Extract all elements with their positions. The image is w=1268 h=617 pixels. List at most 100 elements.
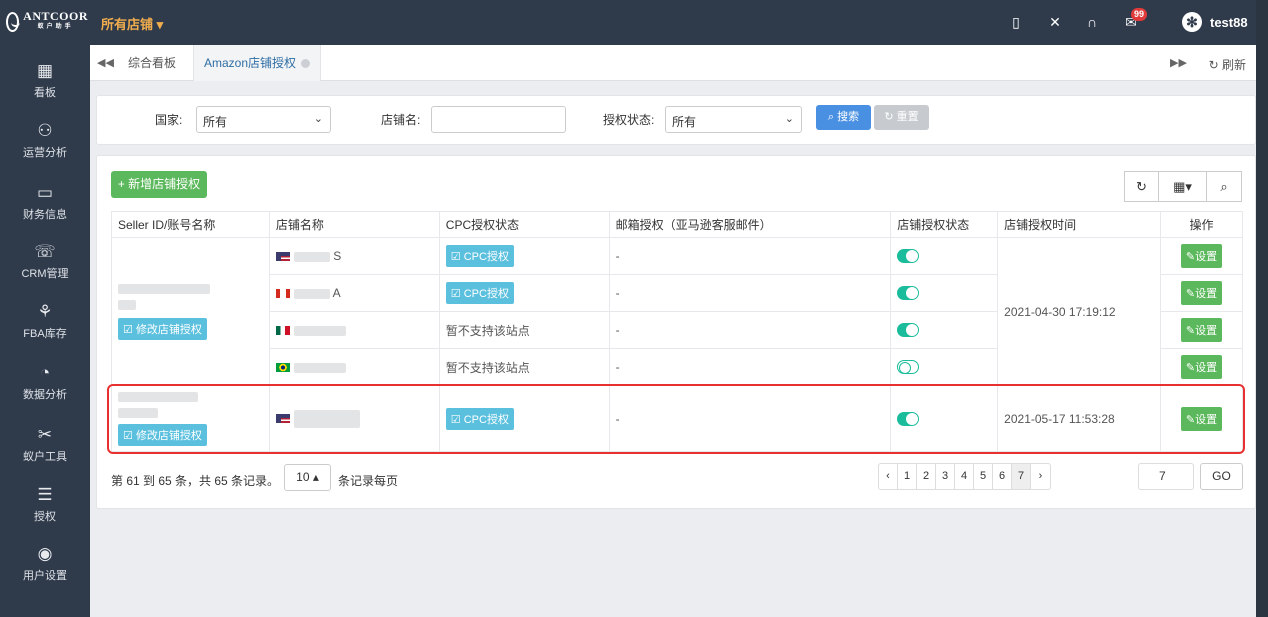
edit-store-auth-button[interactable]: ☑ 修改店铺授权 [118, 317, 207, 340]
cpc-cell: ☑ CPC授权 [438, 274, 610, 312]
page-link[interactable]: 1 [898, 464, 917, 489]
refresh-label: 刷新 [1221, 58, 1246, 72]
tab-label: 综合看板 [128, 56, 177, 70]
tab-amazon-store-auth[interactable]: Amazon店铺授权 [193, 45, 322, 81]
edit-label: 修改店铺授权 [135, 323, 202, 336]
check-icon: ☑ [450, 413, 461, 426]
search-button[interactable]: ⌕ 搜索 [816, 105, 871, 130]
sidebar-item-auth[interactable]: ☰ 授权 [0, 485, 90, 524]
store-auth-status-cell [890, 385, 999, 452]
logo-text: ANTCOOR [23, 9, 88, 23]
table-search-icon[interactable]: ⌕ [1207, 172, 1241, 201]
cpc-auth-button[interactable]: ☑ CPC授权 [445, 407, 514, 430]
settings-button[interactable]: ✎设置 [1180, 406, 1223, 431]
store-name-cell: A [268, 274, 440, 312]
goto-page-input[interactable]: 7 [1138, 463, 1194, 490]
sidebar-item-dashboard[interactable]: ▦ 看板 [0, 61, 90, 100]
filter-bar: 国家: 所有 ⌄ 店铺名: 授权状态: 所有 ⌄ ⌕ 搜索 ↻ 重置 [96, 95, 1256, 145]
sidebar-item-fba[interactable]: ⚘ FBA库存 [0, 302, 90, 341]
cpc-cell: ☑ CPC授权 [438, 237, 610, 275]
settings-button[interactable]: ✎设置 [1180, 318, 1223, 342]
store-auth-status-cell [890, 348, 999, 386]
auth-toggle[interactable] [897, 323, 920, 338]
sidebar-item-tools[interactable]: ✂ 蚁户工具 [0, 425, 90, 464]
pagination: ‹ 1 2 3 4 5 6 7 › [878, 463, 1051, 490]
page-current[interactable]: 7 [1012, 464, 1031, 489]
page-link[interactable]: 6 [993, 464, 1012, 489]
username[interactable]: test88 [1210, 15, 1248, 30]
actions-cell: ✎设置 [1160, 311, 1243, 349]
settings-button[interactable]: ✎设置 [1180, 355, 1223, 379]
page-link[interactable]: 4 [955, 464, 974, 489]
auth-toggle[interactable] [897, 249, 920, 264]
page-link[interactable]: 2 [917, 464, 936, 489]
search-icon: ⌕ [827, 111, 835, 123]
auth-time-cell: 2021-05-17 11:53:28 [997, 385, 1162, 452]
sidebar-item-label: CRM管理 [21, 268, 69, 280]
tools-icon: ✂ [37, 425, 53, 444]
auth-toggle[interactable] [897, 286, 920, 301]
tab-dashboard[interactable]: 综合看板 [118, 45, 186, 81]
sidebar-item-label: 财务信息 [23, 209, 67, 221]
redacted-store-name [293, 251, 330, 262]
fullscreen-icon[interactable]: ✕ [1046, 13, 1064, 31]
edit-icon: ☑ [123, 429, 133, 442]
edit-store-auth-button[interactable]: ☑ 修改店铺授权 [118, 423, 207, 446]
page-link[interactable]: 5 [974, 464, 993, 489]
settings-button[interactable]: ✎设置 [1180, 281, 1223, 305]
plus-icon: + [117, 177, 125, 191]
col-store-name: 店铺名称 [268, 211, 440, 238]
headset-icon[interactable]: ∩ [1083, 13, 1101, 31]
edit-icon: ✎ [1185, 288, 1196, 300]
canada-flag-icon [275, 289, 290, 299]
sidebar-item-label: 授权 [34, 511, 56, 523]
auth-status-select[interactable]: 所有 ⌄ [665, 106, 802, 133]
actions-cell: ✎设置 [1160, 385, 1243, 452]
store-name-cell [268, 385, 440, 452]
tab-prev-icon[interactable]: ◀◀ [97, 56, 114, 69]
redacted-store-name [293, 362, 346, 373]
cpc-label: CPC授权 [463, 413, 509, 426]
cpc-auth-button[interactable]: ☑ CPC授权 [445, 282, 514, 304]
tab-next-icon[interactable]: ▶▶ [1170, 56, 1187, 69]
store-name-cell [268, 348, 440, 386]
page-link[interactable]: 3 [936, 464, 955, 489]
edit-icon: ☑ [123, 323, 133, 336]
sidebar-item-finance[interactable]: ▭ 财务信息 [0, 183, 90, 222]
store-selector[interactable]: 所有店铺 ▾ [101, 14, 163, 33]
settings-label: 设置 [1195, 251, 1218, 263]
seller-cell: ☑ 修改店铺授权 [111, 237, 270, 386]
store-name-input[interactable] [431, 106, 566, 133]
add-store-auth-button[interactable]: + 新增店铺授权 [111, 171, 207, 198]
avatar[interactable]: ✻ [1182, 12, 1202, 32]
sidebar-item-user-settings[interactable]: ◉ 用户设置 [0, 544, 90, 583]
page-prev[interactable]: ‹ [879, 464, 898, 489]
refresh-button[interactable]: ↻ 刷新 [1209, 56, 1246, 73]
page-next[interactable]: › [1031, 464, 1050, 489]
email-auth-cell: - [608, 311, 892, 349]
logo: ANTCOOR 蚁户助手 [6, 9, 88, 35]
sidebar-item-crm[interactable]: ☏ CRM管理 [0, 242, 90, 281]
go-button[interactable]: GO [1200, 463, 1243, 490]
auth-toggle[interactable] [897, 360, 920, 375]
sidebar-item-data[interactable]: ◔ 数据分析 [0, 363, 90, 402]
tab-bar: ◀◀ 综合看板 Amazon店铺授权 ▶▶ ↻ 刷新 [90, 45, 1256, 81]
country-select[interactable]: 所有 ⌄ [196, 106, 331, 133]
finance-icon: ▭ [36, 183, 54, 202]
reset-button[interactable]: ↻ 重置 [874, 105, 929, 130]
cpc-auth-button[interactable]: ☑ CPC授权 [445, 245, 514, 267]
settings-button[interactable]: ✎设置 [1180, 244, 1223, 268]
tab-close-icon[interactable] [301, 59, 311, 68]
page-size-select[interactable]: 10 ▴ [284, 464, 331, 491]
col-email-auth: 邮箱授权（亚马逊客服邮件） [608, 211, 892, 238]
columns-toggle-icon[interactable]: ▦▾ [1159, 172, 1207, 201]
reset-icon: ↻ [884, 111, 894, 123]
table-refresh-icon[interactable]: ↻ [1125, 172, 1159, 201]
us-flag-icon [275, 414, 290, 423]
mobile-icon[interactable]: ▯ [1007, 13, 1025, 31]
auth-toggle[interactable] [897, 411, 920, 426]
check-icon: ☑ [450, 288, 461, 300]
sidebar-item-label: 数据分析 [23, 389, 67, 401]
cpc-cell: ☑ CPC授权 [438, 385, 610, 452]
sidebar-item-operations[interactable]: ⚇ 运营分析 [0, 121, 90, 160]
